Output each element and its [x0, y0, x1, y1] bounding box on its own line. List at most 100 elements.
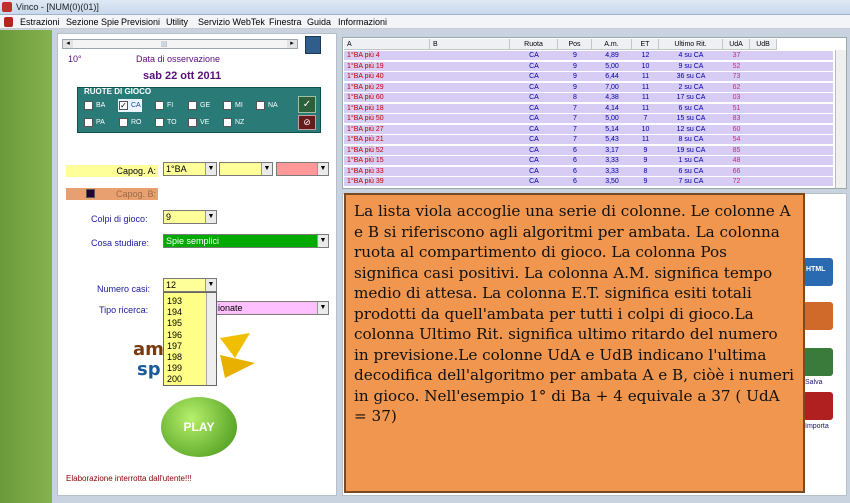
scroll-thumb[interactable] — [161, 41, 167, 47]
list-item[interactable]: 194 — [167, 307, 182, 317]
menu-sezione-spie[interactable]: Sezione Spie — [66, 17, 119, 27]
list-item[interactable]: 196 — [167, 330, 182, 340]
col-header-et[interactable]: ET — [632, 39, 659, 50]
list-item[interactable]: 199 — [167, 363, 182, 373]
list-item[interactable]: 195 — [167, 318, 182, 328]
chevron-down-icon[interactable]: ▼ — [317, 235, 328, 247]
cosa-select[interactable]: Spie semplici ▼ — [163, 234, 329, 248]
ruota-checkbox-fi[interactable] — [155, 101, 164, 110]
menu-informazioni[interactable]: Informazioni — [338, 17, 387, 27]
menu-utility[interactable]: Utility — [166, 17, 188, 27]
list-item[interactable]: 193 — [167, 296, 182, 306]
ruota-checkbox-nz[interactable] — [223, 118, 232, 127]
chevron-down-icon[interactable]: ▼ — [205, 279, 216, 291]
ruota-checkbox-ba[interactable] — [84, 101, 93, 110]
table-row[interactable]: 1°BA più 50 CA 7 5,00 7 15 su CA 83 — [344, 114, 833, 124]
chevron-down-icon[interactable]: ▼ — [317, 163, 328, 175]
html-report-icon[interactable] — [803, 302, 833, 330]
table-cell: 3,33 — [605, 167, 619, 175]
ruota-checkbox-ro[interactable] — [119, 118, 128, 127]
scroll-left-arrow-icon[interactable]: ◂ — [63, 40, 73, 48]
ruota-checkbox-ge[interactable] — [188, 101, 197, 110]
col-header-udb[interactable]: UdB — [750, 39, 777, 50]
list-item[interactable]: 197 — [167, 341, 182, 351]
table-cell: CA — [529, 52, 539, 59]
table-cell: 03 — [732, 94, 741, 101]
table-row[interactable]: 1°BA più 33 CA 6 3,33 8 6 su CA 66 — [344, 166, 833, 177]
menu-servizio-webtek[interactable]: Servizio WebTek — [198, 17, 265, 27]
table-cell: 1°BA più 4 — [347, 52, 380, 59]
colpi-value: 9 — [166, 212, 172, 222]
ruota-checkbox-pa[interactable] — [84, 118, 93, 127]
table-cell — [430, 156, 510, 166]
colpi-select[interactable]: 9 ▼ — [163, 210, 217, 224]
col-header-b[interactable]: B — [430, 39, 510, 50]
casi-select[interactable]: 12 ▼ — [163, 278, 217, 292]
table-cell: 9 — [573, 52, 577, 59]
menu-finestra[interactable]: Finestra — [269, 17, 302, 27]
table-row[interactable]: 1°BA più 29 CA 9 7,00 11 2 su CA 62 — [344, 82, 833, 93]
menu-estrazioni[interactable]: Estrazioni — [20, 17, 60, 27]
col-header-am[interactable]: A.m. — [592, 39, 632, 50]
table-cell: 10 — [641, 62, 650, 70]
capog-b-checkbox[interactable] — [86, 189, 95, 198]
html-export-icon[interactable]: HTML — [803, 258, 833, 286]
table-cell: 1°BA più 33 — [347, 167, 384, 175]
list-item[interactable]: 200 — [167, 374, 182, 384]
list-item[interactable]: 198 — [167, 352, 182, 362]
left-decoration — [0, 30, 52, 503]
table-cell: 6 — [573, 157, 577, 164]
table-row[interactable]: 1°BA più 52 CA 6 3,17 9 19 su CA 85 — [344, 145, 833, 156]
col-header-ultimo-rit[interactable]: Ultimo Rit. — [659, 39, 723, 50]
tipo-value: ionate — [218, 303, 243, 313]
play-button[interactable]: PLAY — [161, 397, 237, 457]
casi-dropdown-list[interactable]: 193 194 195 196 197 198 199 200 — [163, 292, 217, 386]
capog-a-select[interactable]: 1°BA ▼ — [163, 162, 217, 176]
table-row[interactable]: 1°BA più 21 CA 7 5,43 11 8 su CA 54 — [344, 135, 833, 145]
scroll-right-arrow-icon[interactable]: ▸ — [287, 40, 297, 48]
date-scrollbar[interactable]: ◂ ▸ — [62, 39, 298, 49]
chevron-down-icon[interactable]: ▼ — [261, 163, 272, 175]
col-header-a[interactable]: A — [344, 39, 430, 50]
menu-guida[interactable]: Guida — [307, 17, 331, 27]
capog-a-select-2[interactable]: ▼ — [219, 162, 273, 176]
ruota-checkbox-ve[interactable] — [188, 118, 197, 127]
table-row[interactable]: 1°BA più 60 CA 8 4,38 11 17 su CA 03 — [344, 93, 833, 103]
table-cell: 15 su CA — [676, 115, 706, 122]
col-header-uda[interactable]: UdA — [723, 39, 750, 50]
capog-b-label: Capog. B: — [66, 188, 158, 200]
table-cell: 1°BA più 21 — [347, 136, 384, 143]
table-row[interactable]: 1°BA più 27 CA 7 5,14 10 12 su CA 60 — [344, 124, 833, 135]
ruota-checkbox-mi[interactable] — [223, 101, 232, 110]
col-header-ruota[interactable]: Ruota — [510, 39, 558, 50]
clear-selection-icon[interactable]: ⊘ — [298, 115, 316, 130]
table-row[interactable]: 1°BA più 15 CA 6 3,33 9 1 su CA 48 — [344, 156, 833, 166]
ruota-checkbox-ca[interactable]: ✓ — [119, 101, 128, 110]
table-row[interactable]: 1°BA più 40 CA 9 6,44 11 36 su CA 73 — [344, 72, 833, 82]
save-icon[interactable] — [803, 348, 833, 376]
app-menu-icon[interactable] — [4, 17, 13, 27]
calendar-icon[interactable] — [305, 36, 321, 54]
chevron-down-icon[interactable]: ▼ — [317, 302, 328, 314]
chevron-down-icon[interactable]: ▼ — [205, 211, 216, 223]
table-row[interactable]: 1°BA più 39 CA 6 3,50 9 7 su CA 72 — [344, 177, 833, 187]
capog-a-select-3[interactable]: ▼ — [276, 162, 329, 176]
menu-previsioni[interactable]: Previsioni — [121, 17, 160, 27]
table-cell: 4,14 — [605, 104, 619, 112]
table-row[interactable]: 1°BA più 4 CA 9 4,89 12 4 su CA 37 — [344, 51, 833, 61]
menu-bar: Estrazioni Sezione Spie Previsioni Utili… — [0, 15, 850, 29]
table-cell: 1°BA più 29 — [347, 83, 384, 91]
list-scrollbar[interactable] — [206, 293, 216, 385]
ruota-checkbox-na[interactable] — [256, 101, 265, 110]
ruota-checkbox-to[interactable] — [155, 118, 164, 127]
table-row[interactable]: 1°BA più 19 CA 9 5,00 10 9 su CA 52 — [344, 61, 833, 72]
table-cell: 10 — [641, 125, 650, 133]
table-row[interactable]: 1°BA più 18 CA 7 4,14 11 6 su CA 51 — [344, 103, 833, 114]
col-header-pos[interactable]: Pos — [558, 39, 592, 50]
chevron-down-icon[interactable]: ▼ — [205, 163, 216, 175]
import-icon[interactable] — [803, 392, 833, 420]
ruote-title: RUOTE DI GIOCO — [84, 87, 152, 96]
table-cell — [750, 125, 777, 135]
confirm-check-icon[interactable]: ✓ — [298, 96, 316, 113]
table-scrollbar[interactable] — [835, 50, 846, 188]
